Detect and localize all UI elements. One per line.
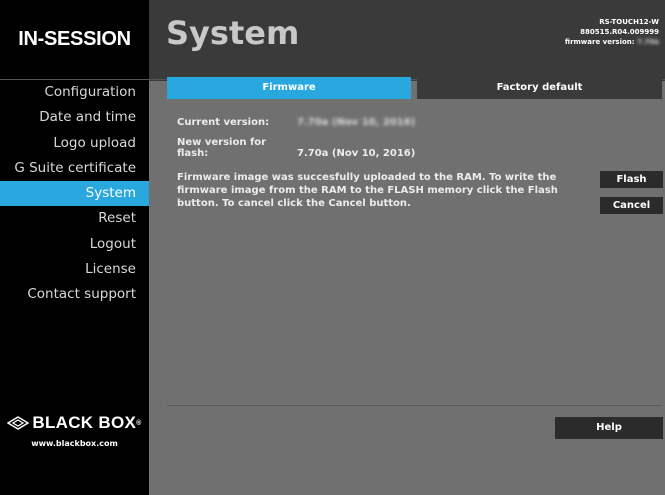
diamond-logo-icon [7, 416, 30, 430]
header: System RS-TOUCH12-W 880515.R04.009999 fi… [149, 0, 665, 80]
current-version-value: 7.70a (Nov 10, 2016) [297, 117, 416, 128]
new-version-label: New version for flash: [177, 137, 267, 159]
logo-registered-mark: ® [136, 419, 142, 427]
tab-firmware[interactable]: Firmware [167, 77, 411, 99]
brand-header: IN-SESSION [0, 0, 149, 80]
sidebar-item-contact-support[interactable]: Contact support [0, 282, 149, 307]
firmware-version-value: 7.70a [637, 38, 659, 46]
logo-url: www.blackbox.com [31, 439, 118, 448]
sidebar-item-configuration[interactable]: Configuration [0, 80, 149, 105]
sidebar-item-date-and-time[interactable]: Date and time [0, 105, 149, 130]
upload-status-message: Firmware image was succesfully uploaded … [177, 172, 558, 209]
divider [167, 405, 662, 406]
sidebar: IN-SESSION Configuration Date and time L… [0, 0, 149, 495]
device-info: RS-TOUCH12-W 880515.R04.009999 firmware … [565, 17, 659, 47]
tab-factory-default[interactable]: Factory default [417, 77, 662, 99]
sidebar-item-reset[interactable]: Reset [0, 206, 149, 231]
sidebar-item-system[interactable]: System [0, 181, 149, 207]
current-version-row: Current version: 7.70a (Nov 10, 2016) [177, 117, 415, 128]
black-box-logo: BLACK BOX ® www.blackbox.com [0, 413, 149, 448]
logo-text: BLACK BOX [32, 413, 137, 432]
sidebar-item-logout[interactable]: Logout [0, 232, 149, 257]
logo-wordmark: BLACK BOX ® [0, 413, 149, 433]
page-title: System [166, 14, 300, 52]
cancel-button[interactable]: Cancel [600, 197, 663, 214]
sidebar-menu: Configuration Date and time Logo upload … [0, 80, 149, 308]
new-version-row: New version for flash: 7.70a (Nov 10, 201… [177, 137, 415, 159]
device-serial: 880515.R04.009999 [580, 28, 659, 36]
help-button[interactable]: Help [555, 417, 663, 439]
sidebar-item-license[interactable]: License [0, 257, 149, 282]
main-panel: Firmware Factory default Current version… [149, 77, 665, 495]
new-version-value: 7.70a (Nov 10, 2016) [297, 148, 416, 159]
sidebar-item-logo-upload[interactable]: Logo upload [0, 131, 149, 156]
brand-name: IN-SESSION [18, 28, 131, 50]
sidebar-item-g-suite-certificate[interactable]: G Suite certificate [0, 156, 149, 181]
device-model: RS-TOUCH12-W [599, 18, 659, 26]
firmware-version-label: firmware version: [564, 38, 635, 46]
current-version-label: Current version: [177, 117, 270, 128]
flash-button[interactable]: Flash [600, 171, 663, 188]
firmware-version-line: firmware version: 7.70a [565, 37, 659, 47]
